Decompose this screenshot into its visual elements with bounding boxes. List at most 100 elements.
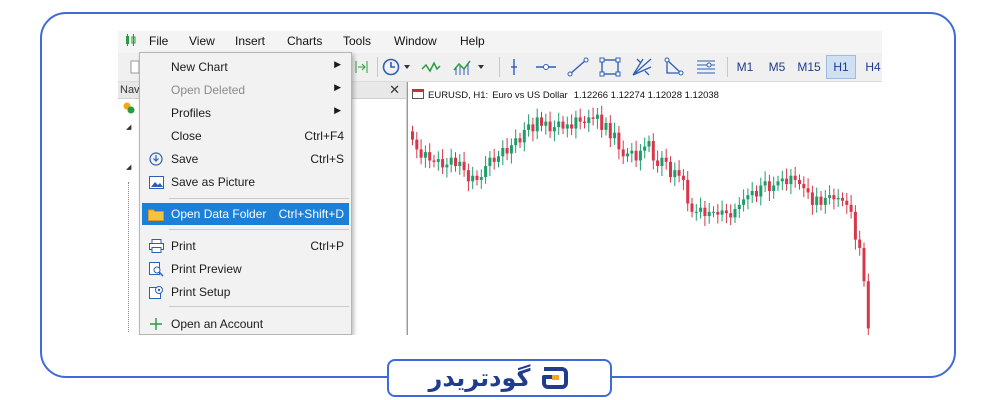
- candle-body: [522, 129, 526, 143]
- candle-body: [832, 195, 836, 200]
- candle-body: [617, 132, 621, 150]
- candle-body: [703, 207, 707, 216]
- candle-body: [613, 132, 617, 139]
- tree-expand-icon[interactable]: ◢: [126, 123, 131, 131]
- candle-body: [780, 178, 784, 182]
- candle-body: [419, 149, 423, 158]
- candle-body: [626, 153, 629, 157]
- menu-item-print[interactable]: Print Ctrl+P: [142, 235, 349, 257]
- tree-guide: [128, 182, 130, 332]
- candle-body: [664, 157, 668, 162]
- print-preview-icon: [148, 261, 164, 277]
- candle-body: [458, 161, 462, 167]
- menu-item-open-an-account[interactable]: Open an Account: [142, 313, 349, 335]
- menu-item-save-as-picture[interactable]: Save as Picture: [142, 171, 349, 193]
- menu-item-label: Save as Picture: [171, 175, 256, 189]
- candle-body: [733, 209, 737, 218]
- gann-fan-icon[interactable]: [630, 55, 654, 79]
- menu-item-new-chart[interactable]: New Chart ▶: [142, 56, 349, 78]
- menu-view[interactable]: View: [189, 34, 215, 48]
- menu-file[interactable]: File: [149, 34, 168, 48]
- candle-body: [776, 181, 780, 186]
- candle-body: [540, 117, 543, 126]
- candle-body: [415, 139, 419, 150]
- candle-body: [815, 196, 819, 205]
- timeframe-h4[interactable]: H4: [858, 55, 882, 79]
- mt4-window: File View Insert Charts Tools Window Hel…: [118, 31, 882, 335]
- brand-mark-icon: [542, 367, 569, 389]
- candlestick-chart[interactable]: [408, 82, 882, 335]
- candle-body: [565, 124, 569, 129]
- line-indicator-icon[interactable]: [420, 55, 442, 79]
- chart-window: EURUSD, H1: Euro vs US Dollar 1.12266 1.…: [407, 82, 882, 335]
- menu-help[interactable]: Help: [460, 34, 485, 48]
- menu-window[interactable]: Window: [394, 34, 437, 48]
- menu-item-close[interactable]: Close Ctrl+F4: [142, 125, 349, 147]
- candle-body: [858, 239, 862, 248]
- rectangle-icon[interactable]: [598, 55, 622, 79]
- candle-body: [604, 122, 608, 130]
- candle-body: [806, 188, 810, 193]
- navigator-title: Nav: [120, 84, 140, 96]
- candle-body: [428, 152, 432, 161]
- triangle-tool-icon[interactable]: [662, 55, 686, 79]
- menu-item-profiles[interactable]: Profiles ▶: [142, 102, 349, 124]
- candle-body: [509, 145, 513, 154]
- brand-logo: گودتریدر: [387, 359, 612, 397]
- candle-body: [694, 211, 698, 213]
- candle-body: [673, 170, 677, 178]
- candle-body: [595, 114, 599, 119]
- file-menu-dropdown: New Chart ▶ Open Deleted ▶ Profiles ▶ Close Ctr…: [139, 52, 352, 335]
- candle-body: [647, 141, 651, 147]
- chart-shift-icon[interactable]: [352, 55, 372, 79]
- print-setup-icon: [148, 284, 164, 300]
- candle-body: [411, 131, 414, 140]
- candle-body: [544, 121, 548, 126]
- menu-item-save[interactable]: Save Ctrl+S: [142, 148, 349, 170]
- plus-icon: [148, 316, 164, 332]
- menu-item-open-data-folder[interactable]: Open Data Folder Ctrl+Shift+D: [142, 203, 349, 225]
- indicators-icon[interactable]: [450, 55, 490, 79]
- candle-body: [518, 138, 522, 143]
- candle-body: [514, 138, 518, 146]
- menu-charts[interactable]: Charts: [287, 34, 322, 48]
- timeframe-m1[interactable]: M1: [730, 55, 760, 79]
- candle-body: [583, 121, 586, 123]
- menu-item-print-preview[interactable]: Print Preview: [142, 258, 349, 280]
- candle-body: [548, 121, 552, 132]
- timeframe-h1[interactable]: H1: [826, 55, 856, 79]
- menu-insert[interactable]: Insert: [235, 34, 265, 48]
- menu-item-label: Print: [171, 239, 196, 253]
- submenu-arrow-icon: ▶: [334, 82, 341, 92]
- close-icon[interactable]: ✕: [389, 82, 400, 98]
- candle-body: [772, 185, 776, 192]
- menu-tools[interactable]: Tools: [343, 34, 371, 48]
- timeframe-m5[interactable]: M5: [762, 55, 792, 79]
- timeframe-m15[interactable]: M15: [794, 55, 824, 79]
- save-icon: [148, 151, 164, 167]
- candle-body: [561, 121, 565, 129]
- candle-body: [484, 166, 488, 178]
- candle-body: [454, 157, 457, 167]
- menu-item-print-setup[interactable]: Print Setup: [142, 281, 349, 303]
- fibonacci-icon[interactable]: [694, 55, 718, 79]
- trendline-icon[interactable]: [566, 55, 590, 79]
- horizontal-line-icon[interactable]: [534, 55, 558, 79]
- candle-body: [643, 146, 647, 151]
- candle-body: [866, 281, 870, 329]
- tree-expand-icon[interactable]: ◢: [126, 163, 131, 171]
- candle-body: [570, 124, 574, 129]
- candle-body: [716, 211, 720, 215]
- candle-body: [677, 170, 681, 176]
- menu-item-label: Open an Account: [171, 317, 264, 331]
- candle-body: [638, 150, 642, 161]
- candle-body: [574, 117, 578, 129]
- candle-body: [501, 147, 505, 157]
- menu-item-label: Open Deleted: [171, 83, 246, 97]
- period-clock-icon[interactable]: [380, 55, 414, 79]
- candle-body: [828, 195, 832, 198]
- folder-icon: [148, 206, 164, 222]
- menu-separator: [169, 198, 349, 199]
- cursor-vertical-line-icon[interactable]: [504, 55, 524, 79]
- candle-body: [793, 175, 797, 180]
